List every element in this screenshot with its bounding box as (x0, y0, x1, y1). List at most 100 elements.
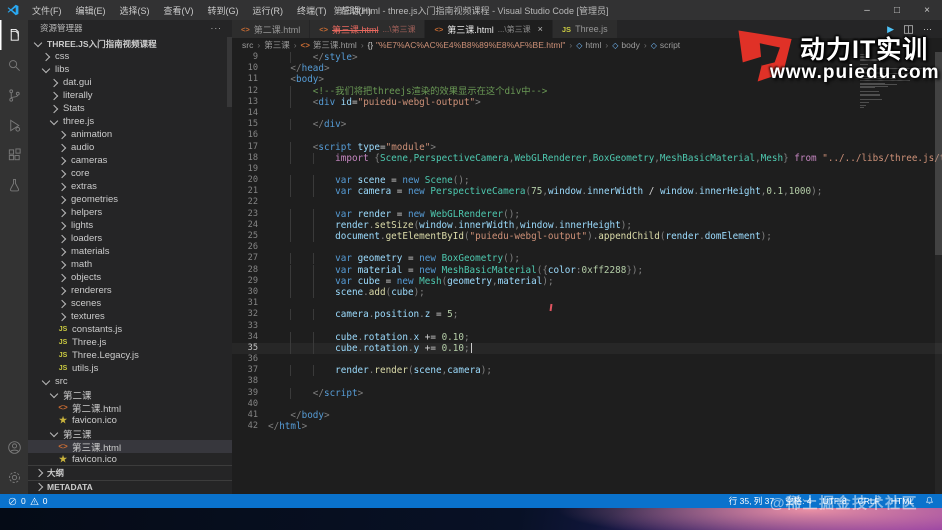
status-item-0[interactable]: 行 35, 列 37 (729, 495, 774, 507)
code-editor[interactable]: 9 </style> 10 </head> 11 <body> 12 <!--我们将把… (232, 52, 942, 494)
tree-item[interactable]: JS constants.js (28, 323, 232, 336)
tree-item[interactable]: math (28, 258, 232, 271)
source-control-icon[interactable] (0, 80, 28, 110)
tree-item[interactable]: src (28, 375, 232, 388)
code-line[interactable]: 11 <body> (232, 74, 942, 85)
code-line[interactable]: 31 (232, 298, 942, 309)
run-code-icon[interactable]: ▶ (887, 24, 894, 35)
code-line[interactable]: 17 <script type="module"> (232, 142, 942, 153)
editor-scrollbar[interactable] (935, 52, 942, 494)
sidebar-scrollbar[interactable] (227, 37, 232, 107)
tree-item[interactable]: three.js (28, 115, 232, 128)
code-line[interactable]: 28 var material = new MeshBasicMaterial(… (232, 265, 942, 276)
breadcrumb-item[interactable]: {} "%E7%AC%AC%E4%B8%89%E8%AF%BE.html" (368, 40, 566, 50)
tree-item[interactable]: 第二课 (28, 388, 232, 402)
tab-1[interactable]: <> 第三课.html ...\第三课 (310, 20, 426, 38)
maximize-icon[interactable]: □ (882, 0, 912, 20)
tree-item[interactable]: core (28, 167, 232, 180)
code-line[interactable]: 24 render.setSize(window.innerWidth,wind… (232, 220, 942, 231)
menu-item-5[interactable]: 运行(R) (246, 4, 291, 17)
minimap[interactable] (860, 54, 932, 108)
code-line[interactable]: 20 var scene = new Scene(); (232, 175, 942, 186)
tree-item[interactable]: JS utils.js (28, 362, 232, 375)
tree-item[interactable]: objects (28, 271, 232, 284)
tree-item[interactable]: libs (28, 63, 232, 76)
tree-item[interactable]: JS Three.js (28, 336, 232, 349)
code-line[interactable]: 15 </div> (232, 119, 942, 130)
code-line[interactable]: 13 <div id="puiedu-webgl-output"> (232, 97, 942, 108)
code-line[interactable]: 38 (232, 376, 942, 387)
code-line[interactable]: 34 cube.rotation.x += 0.10; (232, 332, 942, 343)
tree-item[interactable]: literally (28, 89, 232, 102)
tree-item[interactable]: 第三课 (28, 427, 232, 441)
code-line[interactable]: 10 </head> (232, 63, 942, 74)
tree-item[interactable]: helpers (28, 206, 232, 219)
testing-icon[interactable] (0, 170, 28, 200)
minimize-icon[interactable]: – (852, 0, 882, 20)
tree-item[interactable]: loaders (28, 232, 232, 245)
notifications-bell-icon[interactable] (925, 496, 934, 507)
tree-item[interactable]: materials (28, 245, 232, 258)
run-and-debug-icon[interactable] (0, 110, 28, 140)
tree-item[interactable]: audio (28, 141, 232, 154)
breadcrumb-item[interactable]: ◇ body (612, 40, 640, 50)
code-line[interactable]: 22 (232, 197, 942, 208)
extensions-icon[interactable] (0, 140, 28, 170)
tree-item[interactable]: renderers (28, 284, 232, 297)
tab-0[interactable]: <> 第二课.html (232, 20, 311, 38)
code-line[interactable]: 40 (232, 399, 942, 410)
breadcrumb-item[interactable]: <> 第三课.html (301, 39, 357, 51)
tree-item[interactable]: THREE.JS入门指南视频课程 (28, 37, 232, 50)
code-line[interactable]: 18 import {Scene,PerspectiveCamera,WebGL… (232, 153, 942, 164)
explorer-icon[interactable] (0, 20, 28, 50)
code-line[interactable]: 19 (232, 164, 942, 175)
tree-item[interactable]: Stats (28, 102, 232, 115)
breadcrumb-item[interactable]: 第三课 (264, 39, 290, 51)
menu-item-2[interactable]: 选择(S) (113, 4, 157, 17)
code-line[interactable]: 23 var render = new WebGLRenderer(); (232, 209, 942, 220)
breadcrumb-item[interactable]: src (242, 40, 253, 50)
menu-item-6[interactable]: 终端(T) (290, 4, 334, 17)
scrollbar-slider[interactable] (935, 52, 942, 255)
code-line[interactable]: 30 scene.add(cube); (232, 287, 942, 298)
code-line[interactable]: 26 (232, 242, 942, 253)
code-line[interactable]: 36 (232, 354, 942, 365)
code-line[interactable]: 32 camera.position.z = 5; (232, 309, 942, 320)
code-line[interactable]: 33 (232, 321, 942, 332)
status-item-3[interactable]: CRLF (858, 496, 880, 506)
menu-item-3[interactable]: 查看(V) (157, 4, 201, 17)
tree-item[interactable]: cameras (28, 154, 232, 167)
close-icon[interactable]: × (912, 0, 942, 20)
tree-item[interactable]: textures (28, 310, 232, 323)
settings-gear-icon[interactable] (0, 462, 28, 492)
code-line[interactable]: 12 <!--我们将把threejs渲染的效果显示在这个div中--> (232, 86, 942, 97)
tree-item[interactable]: dat.gui (28, 76, 232, 89)
tab-2[interactable]: <> 第三课.html ...\第三课 × (425, 20, 553, 38)
code-line[interactable]: 27 var geometry = new BoxGeometry(); (232, 253, 942, 264)
breadcrumb-item[interactable]: ◇ html (576, 40, 601, 50)
code-line[interactable]: 9 </style> (232, 52, 942, 63)
code-line[interactable]: 37 render.render(scene,camera); (232, 365, 942, 376)
breadcrumb-item[interactable]: ◇ script (651, 40, 680, 50)
code-line[interactable]: 21 var camera = new PerspectiveCamera(75… (232, 186, 942, 197)
close-tab-icon[interactable]: × (538, 24, 543, 34)
split-editor-icon[interactable] (903, 24, 914, 35)
menu-item-4[interactable]: 转到(G) (201, 4, 246, 17)
tree-item[interactable]: scenes (28, 297, 232, 310)
tab-3[interactable]: JS Three.js (552, 20, 618, 38)
metadata-panel-header[interactable]: METADATA (28, 479, 232, 495)
tree-item[interactable]: css (28, 50, 232, 63)
more-actions-icon[interactable]: ··· (923, 24, 932, 34)
tree-item[interactable]: extras (28, 180, 232, 193)
menu-item-1[interactable]: 编辑(E) (69, 4, 113, 17)
code-line[interactable]: 25 document.getElementById("puiedu-webgl… (232, 231, 942, 242)
code-line[interactable]: 29 var cube = new Mesh(geometry,material… (232, 276, 942, 287)
problems-status[interactable]: 0 0 (8, 496, 47, 506)
account-icon[interactable] (0, 432, 28, 462)
tree-item[interactable]: animation (28, 128, 232, 141)
code-line[interactable]: 16 (232, 130, 942, 141)
code-line[interactable]: 35 cube.rotation.y += 0.10; (232, 342, 942, 355)
outline-panel-header[interactable]: 大纲 (28, 465, 232, 480)
tree-item[interactable]: lights (28, 219, 232, 232)
tree-item[interactable]: JS Three.Legacy.js (28, 349, 232, 362)
